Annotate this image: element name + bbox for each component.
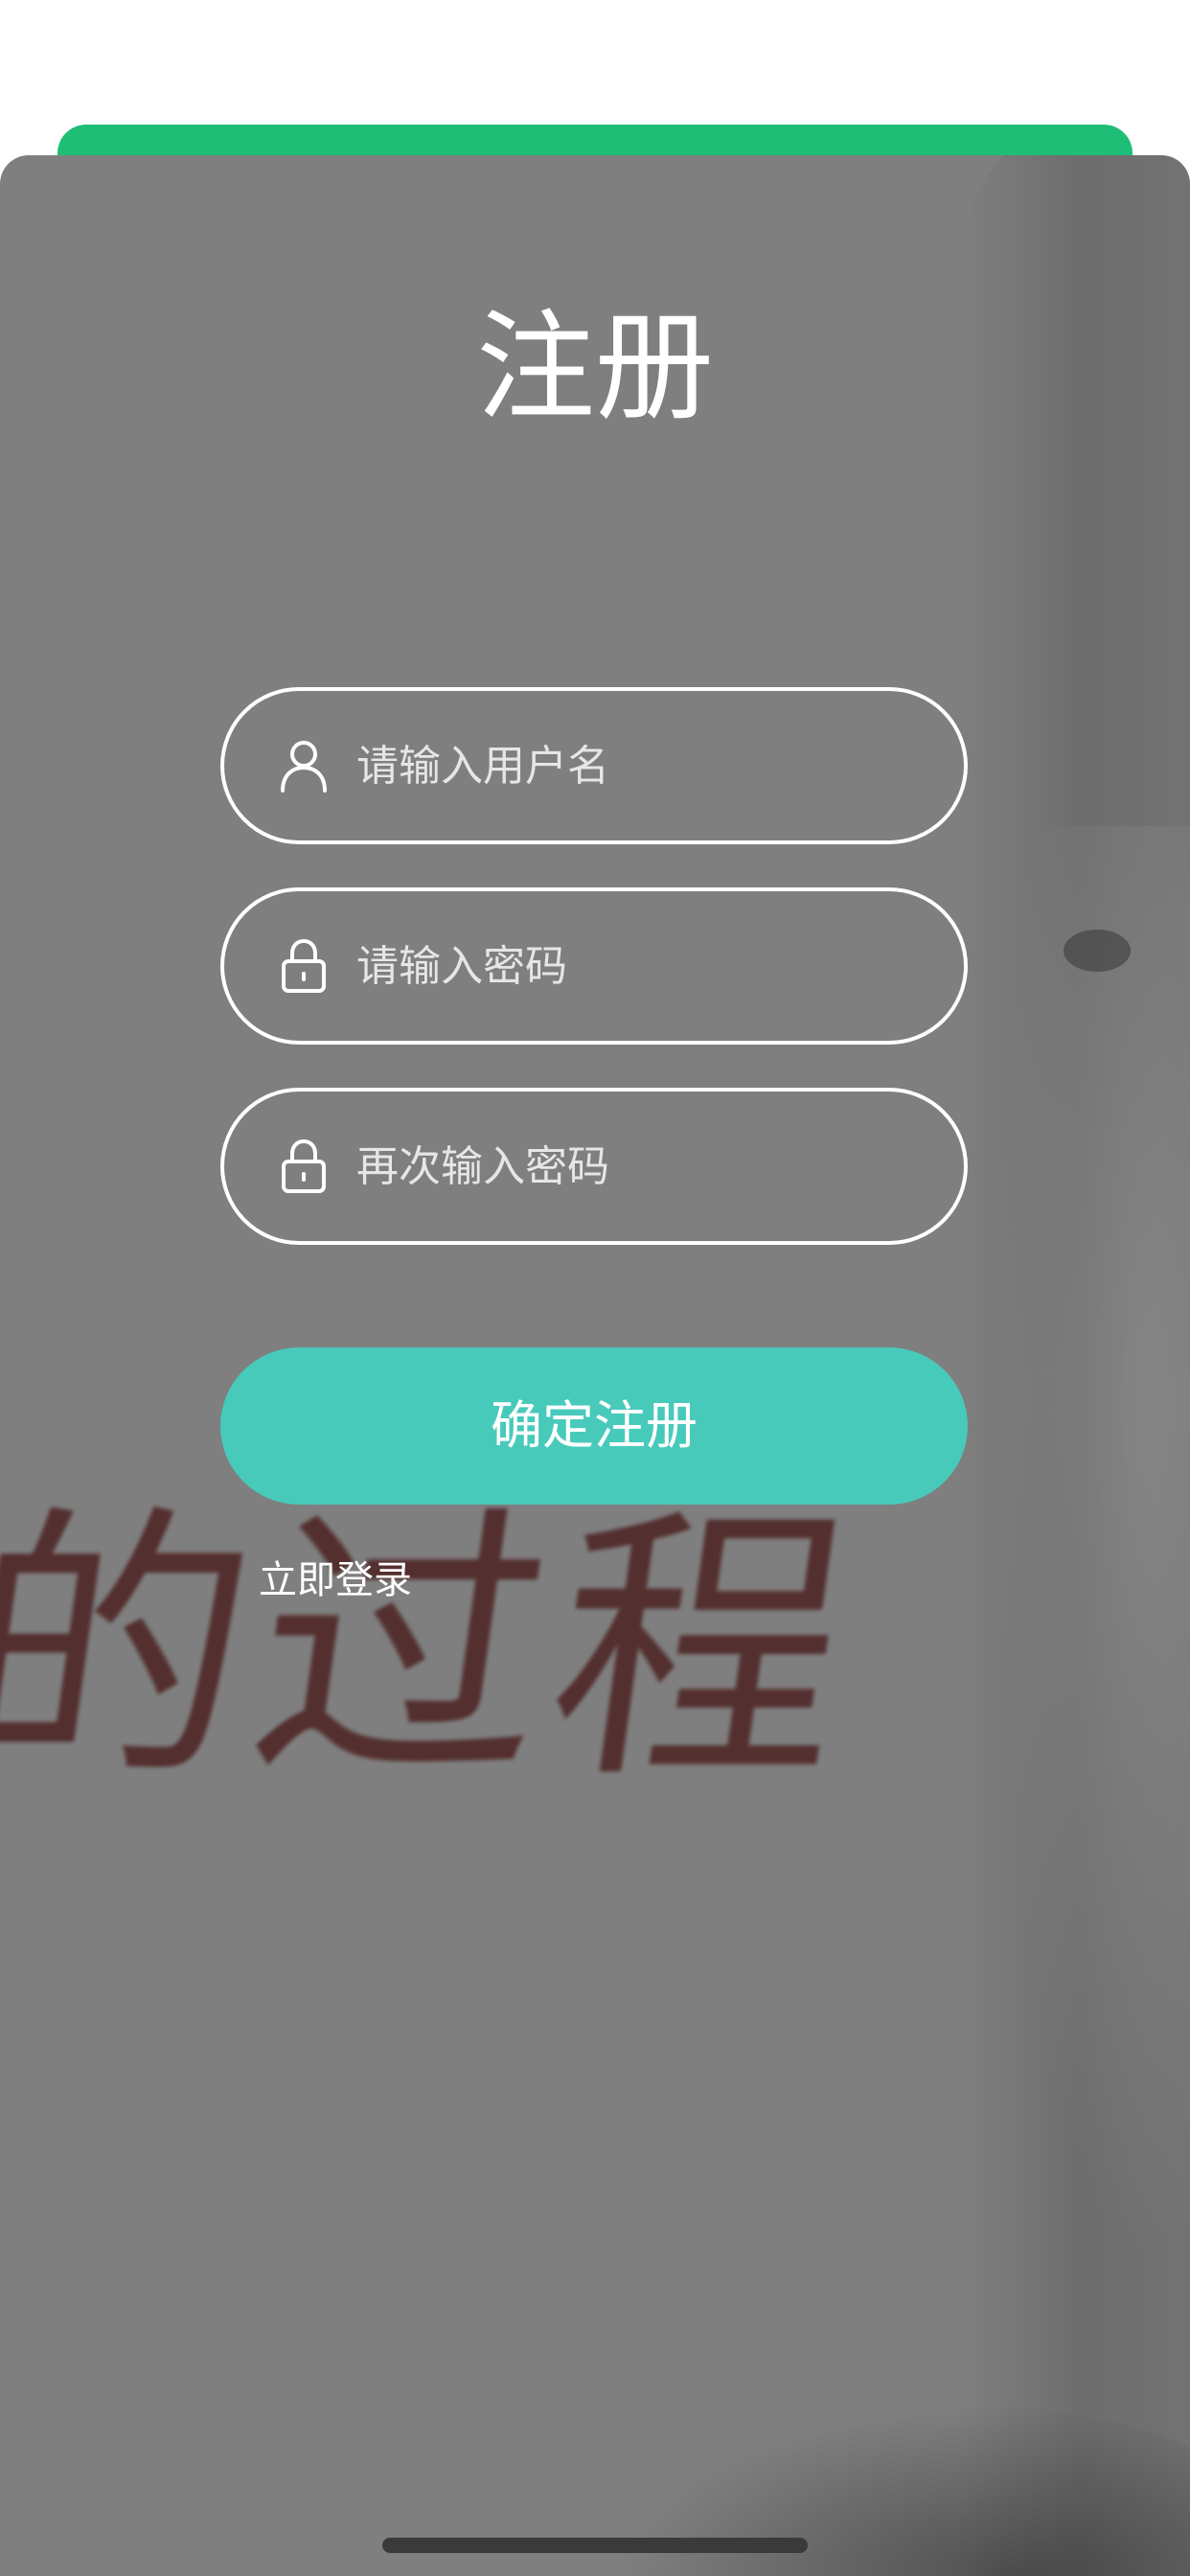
password-input[interactable]: [355, 891, 926, 1041]
confirm-register-button[interactable]: 确定注册: [220, 1347, 968, 1505]
user-icon: [278, 737, 330, 794]
confirm-password-field[interactable]: [220, 1088, 968, 1245]
login-now-link[interactable]: 立即登录: [259, 1549, 412, 1604]
confirm-password-input[interactable]: [355, 1092, 926, 1241]
username-input[interactable]: [355, 691, 926, 840]
background-calligraphy: 的过程: [0, 1483, 877, 1817]
home-indicator[interactable]: [382, 2538, 808, 2553]
password-field[interactable]: [220, 887, 968, 1045]
register-page: 的过程 注册 请输入用户名 确定注册 立即登录: [0, 0, 1190, 2576]
register-sheet: 的过程 注册 请输入用户名 确定注册 立即登录: [0, 155, 1190, 2576]
lock-icon: [278, 937, 330, 995]
background-photo-highlight: [989, 826, 1190, 2264]
username-field[interactable]: [220, 687, 968, 844]
page-title: 注册: [475, 299, 714, 437]
background-photo-eye: [1064, 930, 1131, 972]
lock-icon: [278, 1138, 330, 1195]
